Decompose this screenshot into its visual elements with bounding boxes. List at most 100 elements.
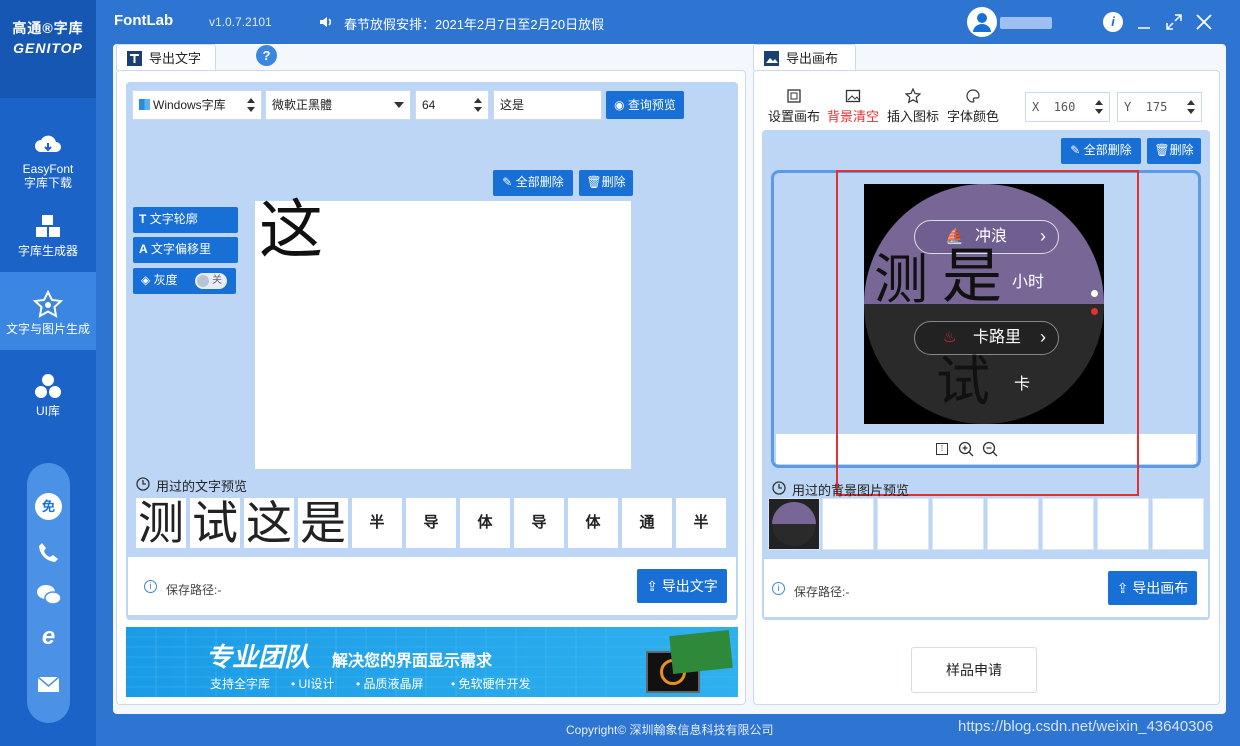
tool-label: 设置画布 — [768, 109, 821, 124]
x-value: 160 — [1053, 100, 1076, 114]
bg-history-slot[interactable] — [987, 498, 1039, 550]
restore-icon[interactable] — [1164, 12, 1184, 32]
text-input[interactable]: 这是 — [493, 90, 602, 120]
frame-icon — [787, 89, 801, 103]
history-char[interactable]: 体 — [460, 498, 510, 548]
windows-icon — [139, 99, 150, 110]
logo-text: 高通®字库 — [12, 20, 84, 36]
nav-ui-library[interactable]: UI库 — [0, 354, 96, 434]
history-char[interactable]: 体 — [568, 498, 618, 548]
star-outline-icon — [905, 88, 921, 104]
info-icon[interactable]: i — [1103, 12, 1123, 32]
minimize-icon[interactable] — [1134, 12, 1154, 32]
toggle-knob — [197, 275, 209, 287]
text-icon — [127, 51, 142, 66]
grayscale-toggle[interactable]: 关 — [195, 273, 227, 289]
broom-icon: ✎ — [1070, 143, 1081, 157]
bg-history-thumb[interactable] — [768, 498, 820, 550]
x-label: X — [1032, 100, 1040, 114]
history-char[interactable]: 测 — [136, 498, 186, 548]
clear-background-tool[interactable]: 背景清空 — [826, 88, 880, 125]
history-char[interactable]: 半 — [352, 498, 402, 548]
eye-icon: ◉ — [614, 98, 625, 112]
offset-icon: A — [139, 242, 148, 256]
nav-label: 字库下载 — [23, 176, 72, 190]
tab-export-text[interactable]: 导出文字 — [116, 44, 216, 71]
grayscale-control[interactable]: ◈ 灰度 关 — [133, 268, 236, 294]
text-canvas[interactable]: 这 — [255, 195, 631, 469]
y-coordinate-input[interactable]: Y 175 — [1117, 92, 1202, 122]
history-char[interactable]: 这 — [244, 498, 294, 548]
history-char[interactable]: 导 — [406, 498, 456, 548]
sample-request-button[interactable]: 样品申请 — [911, 647, 1037, 693]
updown-icon — [474, 98, 482, 112]
copyright: Copyright© 深圳翰象信息科技有限公司 — [566, 723, 774, 737]
bg-history-title: 用过的背景图片预览 — [792, 483, 910, 498]
export-canvas-button[interactable]: ⇪ 导出画布 — [1108, 571, 1197, 605]
text-save-bar: i 保存路径:- ⇪ 导出文字 — [128, 557, 736, 615]
ad-banner[interactable]: 专业团队 解决您的界面显示需求 支持全字库 • UI设计 • 品质液晶屏 • 免… — [126, 627, 738, 697]
history-char[interactable]: 半 — [676, 498, 726, 548]
app-version: v1.0.7.2101 — [209, 15, 272, 29]
preview-button[interactable]: ◉ 查询预览 — [606, 91, 684, 119]
history-char[interactable]: 导 — [514, 498, 564, 548]
gray-label: 灰度 — [153, 273, 178, 287]
text-offset-button[interactable]: A 文字偏移里 — [133, 237, 238, 263]
clear-all-text-button[interactable]: ✎ 全部删除 — [493, 170, 573, 196]
cubes-icon — [36, 215, 60, 237]
bg-history-slot[interactable] — [1152, 498, 1204, 550]
nav-text-image[interactable]: 文字与图片生成 — [0, 272, 96, 350]
tab-label: 导出画布 — [786, 51, 839, 66]
font-name-select[interactable]: 微軟正黑體 — [265, 90, 411, 120]
holiday-notice: 春节放假安排：2021年2月7日至2月20日放假 — [344, 17, 605, 32]
highlight-box — [836, 170, 1139, 496]
banner-item-ui: • UI设计 — [291, 677, 335, 691]
phone-icon[interactable] — [35, 539, 62, 566]
font-source-select[interactable]: Windows字库 — [132, 90, 262, 120]
text-outline-button[interactable]: T 文字轮廓 — [133, 207, 238, 233]
text-icon: T — [139, 212, 147, 226]
font-size-value: 64 — [422, 98, 436, 112]
bg-history-slot[interactable] — [1042, 498, 1094, 550]
logo-subtext: GENITOP — [13, 40, 83, 56]
canvas-char: 这 — [259, 194, 323, 268]
history-char[interactable]: 是 — [298, 498, 348, 548]
banner-subtitle: 解决您的界面显示需求 — [332, 653, 493, 670]
nav-font-generator[interactable]: 字库生成器 — [0, 194, 96, 274]
export-text-label: 导出文字 — [661, 578, 718, 594]
insert-icon-tool[interactable]: 插入图标 — [886, 88, 940, 125]
delete-canvas-button[interactable]: 🗑删除 — [1147, 138, 1201, 164]
close-icon[interactable] — [1194, 12, 1214, 32]
font-size-stepper[interactable]: 64 — [415, 90, 489, 120]
info-icon: i — [772, 582, 785, 595]
bg-history-slot[interactable] — [822, 498, 874, 550]
upload-icon: ⇪ — [646, 578, 658, 594]
banner-title: 专业团队 — [206, 642, 311, 672]
set-canvas-tool[interactable]: 设置画布 — [768, 88, 820, 125]
bg-history-slot[interactable] — [1097, 498, 1149, 550]
trash-icon: 🗑 — [586, 175, 602, 189]
mail-icon[interactable] — [35, 671, 62, 698]
free-badge-icon[interactable]: 免 — [35, 493, 62, 520]
layers-icon: ◈ — [141, 273, 151, 287]
history-char[interactable]: 试 — [190, 498, 240, 548]
bg-history-slot[interactable] — [877, 498, 929, 550]
wechat-icon[interactable] — [35, 581, 62, 608]
picture-icon — [845, 89, 861, 103]
delete-text-button[interactable]: 🗑删除 — [579, 170, 633, 196]
tab-export-canvas[interactable]: 导出画布 — [753, 44, 856, 71]
clear-all-canvas-button[interactable]: ✎ 全部删除 — [1061, 138, 1141, 164]
avatar[interactable] — [967, 7, 997, 37]
history-char[interactable]: 通 — [622, 498, 672, 548]
ie-icon[interactable]: e — [35, 623, 62, 650]
font-color-tool[interactable]: 字体颜色 — [946, 88, 1000, 125]
toggle-label: 关 — [212, 275, 222, 286]
x-coordinate-input[interactable]: X 160 — [1025, 92, 1110, 122]
chevron-down-icon — [394, 102, 404, 108]
nav-label: 文字与图片生成 — [5, 322, 90, 336]
export-text-button[interactable]: ⇪ 导出文字 — [637, 569, 727, 603]
bg-history-slot[interactable] — [932, 498, 984, 550]
nav-easyfont[interactable]: EasyFont 字库下载 — [0, 112, 96, 192]
help-icon[interactable]: ? — [256, 45, 277, 66]
logo: 高通®字库 GENITOP — [0, 0, 96, 98]
